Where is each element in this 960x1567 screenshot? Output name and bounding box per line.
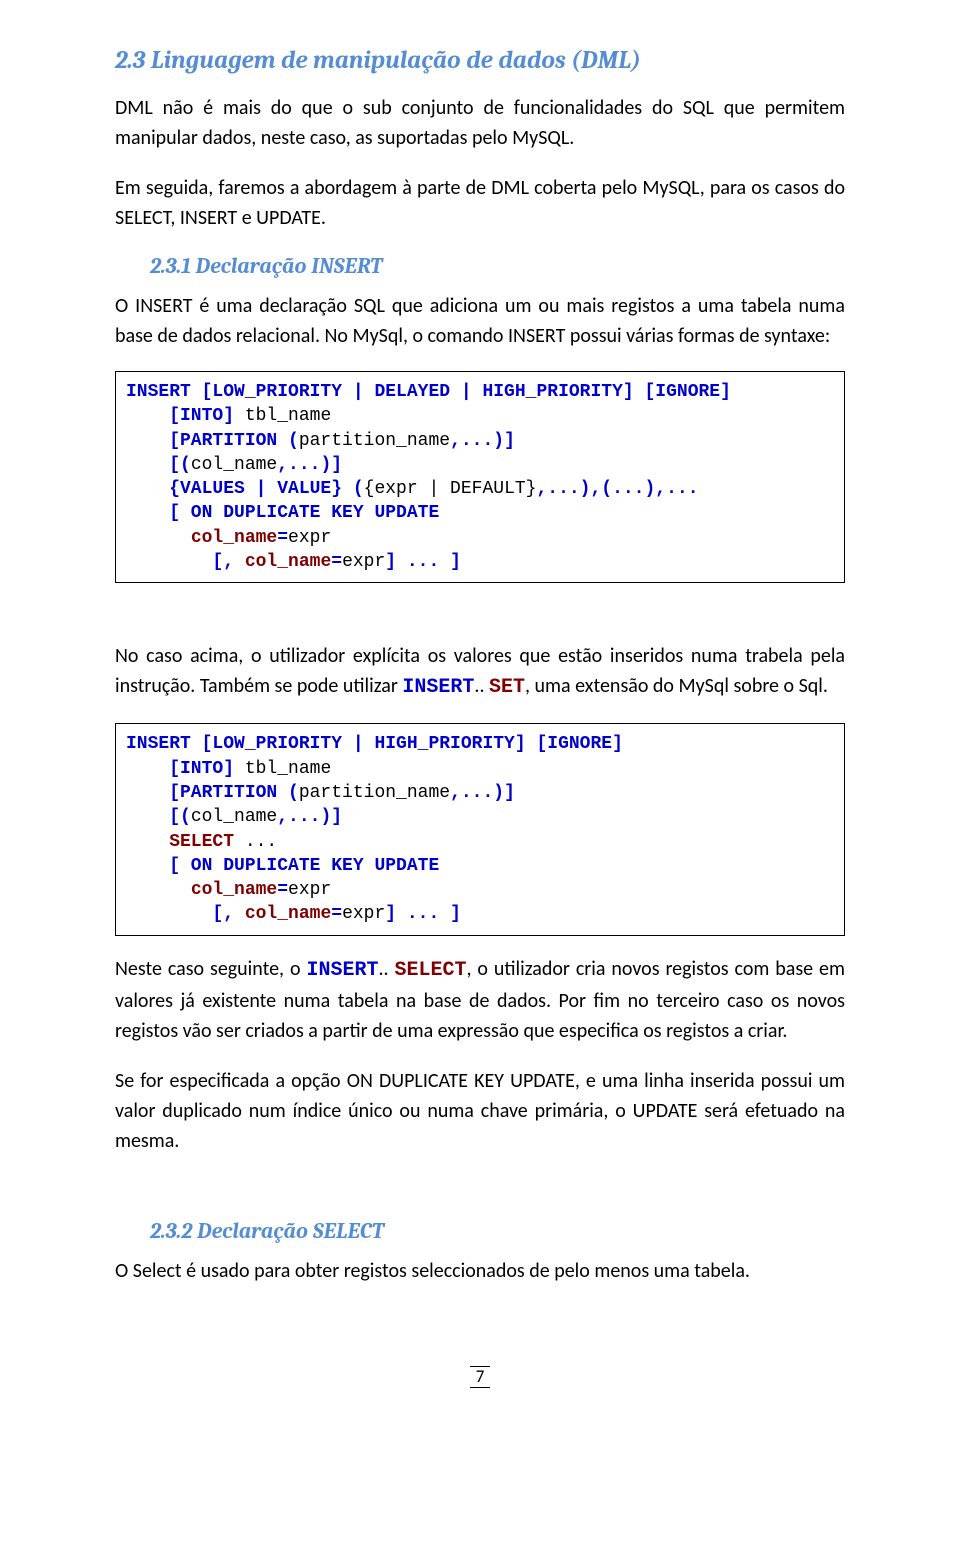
code-text: [( <box>126 455 191 475</box>
code-text: expr <box>288 528 331 548</box>
heading-3-insert: 2.3.1 Declaração INSERT <box>115 253 845 279</box>
para-select-intro: O Select é usado para obter registos sel… <box>115 1256 845 1286</box>
page-number-wrap: 7 <box>115 1366 845 1388</box>
code-text: {expr | DEFAULT} <box>364 479 537 499</box>
para-dml-intro: DML não é mais do que o sub conjunto de … <box>115 93 845 153</box>
code-text: INSERT [LOW_PRIORITY | DELAYED | HIGH_PR… <box>126 382 731 402</box>
code-text: expr <box>342 904 385 924</box>
code-text: [, <box>126 552 245 572</box>
code-text: col_name <box>191 528 277 548</box>
code-text: ,...)] <box>450 783 515 803</box>
para-text: Neste caso seguinte, o <box>115 957 306 981</box>
inline-select: SELECT <box>394 959 466 982</box>
code-text: col_name <box>245 552 331 572</box>
code-text: = <box>331 904 342 924</box>
para-dml-coverage: Em seguida, faremos a abordagem à parte … <box>115 173 845 233</box>
code-text: col_name <box>191 880 277 900</box>
code-text: [INTO] <box>126 759 234 779</box>
code-text: partition_name <box>299 783 450 803</box>
code-text: SELECT <box>126 832 234 852</box>
code-text: expr <box>288 880 331 900</box>
inline-insert: INSERT <box>402 676 474 699</box>
inline-set: SET <box>489 676 525 699</box>
code-insert-values: INSERT [LOW_PRIORITY | DELAYED | HIGH_PR… <box>115 371 845 583</box>
para-text: .. <box>378 957 394 981</box>
document-page: 2.3 Linguagem de manipulação de dados (D… <box>0 0 960 1428</box>
code-text: ] ... ] <box>385 904 461 924</box>
code-text: [( <box>126 807 191 827</box>
code-text: INSERT [LOW_PRIORITY | HIGH_PRIORITY] [I… <box>126 734 623 754</box>
code-text: tbl_name <box>234 759 331 779</box>
code-text: = <box>277 528 288 548</box>
heading-2-dml: 2.3 Linguagem de manipulação de dados (D… <box>115 46 845 75</box>
code-text: partition_name <box>299 431 450 451</box>
code-text: col_name <box>245 904 331 924</box>
code-text: [ ON DUPLICATE KEY UPDATE <box>126 503 439 523</box>
code-text: ... <box>234 832 277 852</box>
code-text: [INTO] <box>126 406 234 426</box>
page-number: 7 <box>470 1366 491 1388</box>
para-insert-set: No caso acima, o utilizador explícita os… <box>115 641 845 703</box>
code-insert-select: INSERT [LOW_PRIORITY | HIGH_PRIORITY] [I… <box>115 723 845 935</box>
para-insert-intro: O INSERT é uma declaração SQL que adicio… <box>115 291 845 351</box>
code-text <box>126 880 191 900</box>
code-text <box>126 528 191 548</box>
code-text: expr <box>342 552 385 572</box>
para-text: .. <box>474 674 489 698</box>
code-text: {VALUES | VALUE} ( <box>126 479 364 499</box>
para-insert-select-desc: Neste caso seguinte, o INSERT.. SELECT, … <box>115 954 845 1046</box>
code-text: ] ... ] <box>385 552 461 572</box>
code-text: col_name <box>191 807 277 827</box>
code-text: ,...)] <box>277 807 342 827</box>
para-on-duplicate: Se for especificada a opção ON DUPLICATE… <box>115 1066 845 1156</box>
heading-3-select: 2.3.2 Declaração SELECT <box>115 1218 845 1244</box>
code-text: col_name <box>191 455 277 475</box>
code-text: ,...)] <box>277 455 342 475</box>
code-text: = <box>331 552 342 572</box>
code-text: ,...)] <box>450 431 515 451</box>
inline-insert: INSERT <box>306 959 378 982</box>
para-text: , uma extensão do MySql sobre o Sql. <box>525 674 828 698</box>
code-text: = <box>277 880 288 900</box>
code-text: [PARTITION ( <box>126 431 299 451</box>
code-text: [ ON DUPLICATE KEY UPDATE <box>126 856 439 876</box>
code-text: ,...),(...),... <box>536 479 698 499</box>
code-text: tbl_name <box>234 406 331 426</box>
code-text: [, <box>126 904 245 924</box>
code-text: [PARTITION ( <box>126 783 299 803</box>
